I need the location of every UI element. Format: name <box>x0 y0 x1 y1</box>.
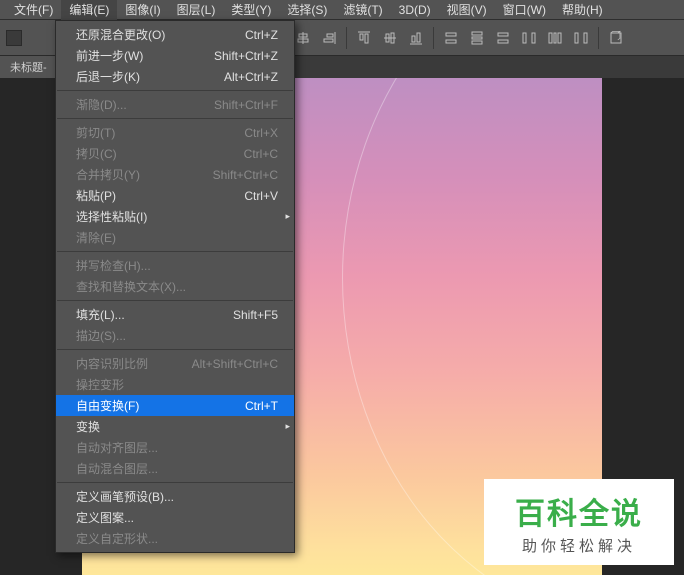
menu-item-label: 自动对齐图层... <box>76 439 158 456</box>
menu-item: 定义自定形状... <box>56 528 294 549</box>
menu-select[interactable]: 选择(S) <box>279 0 335 20</box>
menu-item-shortcut: Alt+Ctrl+Z <box>224 70 278 84</box>
menu-item-label: 定义图案... <box>76 509 134 526</box>
menu-item[interactable]: 定义图案... <box>56 507 294 528</box>
auto-select-checkbox[interactable] <box>6 30 22 46</box>
separator-icon <box>346 27 347 49</box>
menu-type[interactable]: 类型(Y) <box>223 0 279 20</box>
menu-item[interactable]: 后退一步(K) Alt+Ctrl+Z <box>56 66 294 87</box>
align-right-icon[interactable] <box>318 27 340 49</box>
menu-item-label: 定义自定形状... <box>76 530 158 547</box>
menu-item-label: 选择性粘贴(I) <box>76 208 147 225</box>
menu-item-label: 自动混合图层... <box>76 460 158 477</box>
menu-help[interactable]: 帮助(H) <box>554 0 611 20</box>
menu-separator <box>57 482 293 483</box>
menu-item: 操控变形 <box>56 374 294 395</box>
menu-item-label: 操控变形 <box>76 376 124 393</box>
menu-item-shortcut: Ctrl+C <box>244 147 278 161</box>
menu-item-label: 填充(L)... <box>76 306 125 323</box>
menu-item: 渐隐(D)... Shift+Ctrl+F <box>56 94 294 115</box>
distribute-bottom-icon[interactable] <box>492 27 514 49</box>
menu-separator <box>57 300 293 301</box>
menu-item: 合并拷贝(Y) Shift+Ctrl+C <box>56 164 294 185</box>
menu-item-label: 粘贴(P) <box>76 187 116 204</box>
menu-item-shortcut: Shift+Ctrl+C <box>213 168 278 182</box>
watermark-title: 百科全说 <box>515 489 643 533</box>
separator-icon <box>598 27 599 49</box>
distribute-vcenter-icon[interactable] <box>466 27 488 49</box>
document-tab[interactable]: 未标题- <box>0 56 58 78</box>
menu-item-label: 查找和替换文本(X)... <box>76 278 186 295</box>
menu-item[interactable]: 自由变换(F) Ctrl+T <box>56 395 294 416</box>
menu-item[interactable]: 还原混合更改(O) Ctrl+Z <box>56 24 294 45</box>
menu-item: 自动混合图层... <box>56 458 294 479</box>
menu-item: 剪切(T) Ctrl+X <box>56 122 294 143</box>
watermark-subtitle: 助你轻松解决 <box>522 535 636 556</box>
menu-item-shortcut: Ctrl+V <box>244 189 278 203</box>
menu-separator <box>57 90 293 91</box>
menu-separator <box>57 349 293 350</box>
menu-separator <box>57 118 293 119</box>
menu-item-label: 变换 <box>76 418 100 435</box>
menu-window[interactable]: 窗口(W) <box>495 0 554 20</box>
menu-edit[interactable]: 编辑(E) <box>61 0 117 20</box>
menu-item: 查找和替换文本(X)... <box>56 276 294 297</box>
align-top-icon[interactable] <box>353 27 375 49</box>
menu-item-label: 后退一步(K) <box>76 68 140 85</box>
separator-icon <box>433 27 434 49</box>
menu-item-shortcut: Shift+Ctrl+F <box>214 98 278 112</box>
align-vcenter-icon[interactable] <box>379 27 401 49</box>
menu-image[interactable]: 图像(I) <box>117 0 168 20</box>
menu-item[interactable]: 前进一步(W) Shift+Ctrl+Z <box>56 45 294 66</box>
menu-item-label: 前进一步(W) <box>76 47 143 64</box>
menu-item-label: 清除(E) <box>76 229 116 246</box>
menu-item[interactable]: 变换 <box>56 416 294 437</box>
menu-view[interactable]: 视图(V) <box>439 0 495 20</box>
menu-item: 自动对齐图层... <box>56 437 294 458</box>
menu-item: 拷贝(C) Ctrl+C <box>56 143 294 164</box>
menu-item-shortcut: Alt+Shift+Ctrl+C <box>192 357 278 371</box>
menu-separator <box>57 251 293 252</box>
menu-item-label: 渐隐(D)... <box>76 96 127 113</box>
menu-item[interactable]: 选择性粘贴(I) <box>56 206 294 227</box>
menu-item-shortcut: Ctrl+Z <box>245 28 278 42</box>
watermark: 百科全说 助你轻松解决 <box>484 479 674 565</box>
menu-item[interactable]: 粘贴(P) Ctrl+V <box>56 185 294 206</box>
menu-item: 内容识别比例 Alt+Shift+Ctrl+C <box>56 353 294 374</box>
menu-item-label: 自由变换(F) <box>76 397 139 414</box>
distribute-left-icon[interactable] <box>518 27 540 49</box>
menu-item-label: 描边(S)... <box>76 327 126 344</box>
menu-item-label: 合并拷贝(Y) <box>76 166 140 183</box>
menu-item-label: 内容识别比例 <box>76 355 148 372</box>
distribute-right-icon[interactable] <box>570 27 592 49</box>
menu-file[interactable]: 文件(F) <box>6 0 61 20</box>
menu-layer[interactable]: 图层(L) <box>169 0 224 20</box>
menu-item: 拼写检查(H)... <box>56 255 294 276</box>
menu-item-label: 还原混合更改(O) <box>76 26 165 43</box>
menu-item[interactable]: 填充(L)... Shift+F5 <box>56 304 294 325</box>
menu-item-label: 剪切(T) <box>76 124 115 141</box>
menu-item-shortcut: Ctrl+T <box>245 399 278 413</box>
menu-item: 清除(E) <box>56 227 294 248</box>
menu-item-shortcut: Shift+F5 <box>233 308 278 322</box>
menu-item-label: 定义画笔预设(B)... <box>76 488 174 505</box>
edit-menu-dropdown: 还原混合更改(O) Ctrl+Z 前进一步(W) Shift+Ctrl+Z 后退一步(K… <box>55 20 295 553</box>
distribute-top-icon[interactable] <box>440 27 462 49</box>
3d-mode-icon[interactable] <box>605 27 627 49</box>
distribute-hcenter-icon[interactable] <box>544 27 566 49</box>
menubar: 文件(F) 编辑(E) 图像(I) 图层(L) 类型(Y) 选择(S) 滤镜(T… <box>0 0 684 20</box>
menu-item-label: 拼写检查(H)... <box>76 257 151 274</box>
align-hcenter-icon[interactable] <box>292 27 314 49</box>
menu-filter[interactable]: 滤镜(T) <box>335 0 390 20</box>
menu-item: 描边(S)... <box>56 325 294 346</box>
menu-3d[interactable]: 3D(D) <box>391 1 439 19</box>
menu-item-shortcut: Ctrl+X <box>244 126 278 140</box>
align-bottom-icon[interactable] <box>405 27 427 49</box>
menu-item[interactable]: 定义画笔预设(B)... <box>56 486 294 507</box>
menu-item-label: 拷贝(C) <box>76 145 117 162</box>
menu-item-shortcut: Shift+Ctrl+Z <box>214 49 278 63</box>
